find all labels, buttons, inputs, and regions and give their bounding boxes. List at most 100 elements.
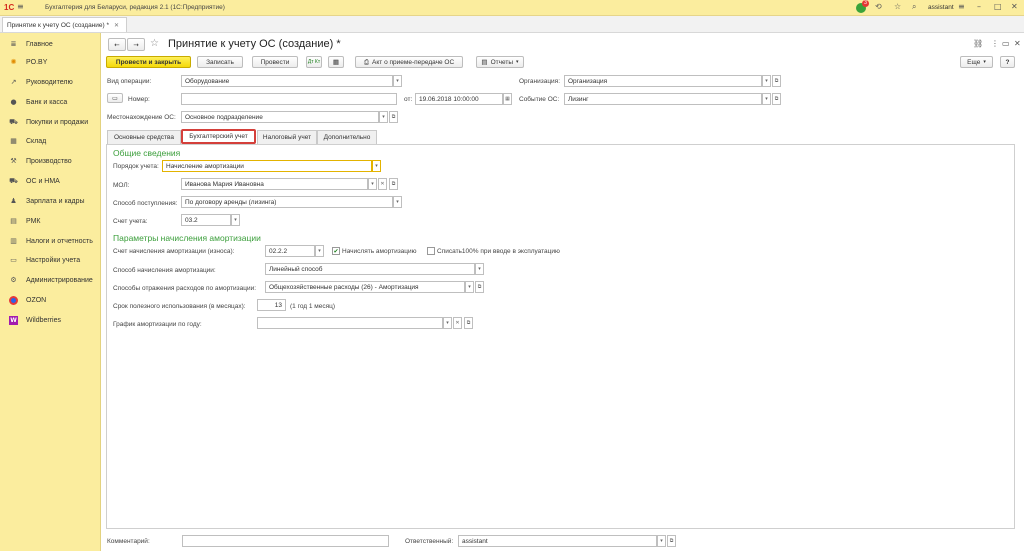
search-icon[interactable]: ⌕ [912,2,916,12]
forward-button[interactable]: → [127,38,145,51]
tab-additional[interactable]: Дополнительно [317,130,377,144]
writeoff-checkbox[interactable] [427,247,435,255]
schedule-field[interactable] [257,317,443,329]
save-button[interactable]: Записать [197,56,243,68]
title-bar: 1С ≡ Бухгалтерия для Беларуси, редакция … [0,0,1024,16]
sidebar-item-manager[interactable]: ↗ Руководителю [0,73,101,91]
sidebar-item-assets[interactable]: ⛟ ОС и НМА [0,172,101,190]
org-open-icon[interactable]: ⧉ [772,75,781,87]
close-window-icon[interactable]: ✕ [1011,2,1018,11]
date-input[interactable]: 19.06.2018 10:00:00 [415,93,503,105]
event-field[interactable]: Лизинг [564,93,762,105]
expense-open-icon[interactable]: ⧉ [475,281,484,293]
sidebar-item-taxes[interactable]: ▥ Налоги и отчетность [0,232,101,250]
event-dropdown-icon[interactable]: ▾ [762,93,771,105]
reports-button[interactable]: ▤ Отчеты ▾ [476,56,524,68]
receipt-dropdown-icon[interactable]: ▾ [393,196,402,208]
menu-list-icon: ≣ [10,40,17,48]
more-vert-icon[interactable]: ⋮ [991,39,999,48]
method-select[interactable]: Линейный способ [265,263,475,275]
more-button[interactable]: Еще ▾ [960,56,993,68]
favorites-star-icon[interactable]: ☆ [894,2,901,11]
op-type-select[interactable]: Оборудование [181,75,393,87]
location-field[interactable]: Основное подразделение [181,111,379,123]
user-name[interactable]: assistant [928,4,954,11]
sidebar-item-main[interactable]: ≣ Главное [0,35,101,53]
sidebar-item-bank[interactable]: ● Банк и касса [0,93,101,111]
post-and-close-button[interactable]: Провести и закрыть [106,56,191,68]
menu-icon[interactable]: ≡ [17,2,24,11]
charge-amort-checkbox[interactable]: ✔ [332,247,340,255]
amort-account-dropdown-icon[interactable]: ▾ [315,245,324,257]
org-field[interactable]: Организация [564,75,762,87]
number-input[interactable] [181,93,397,105]
back-button[interactable]: ← [108,38,126,51]
expand-icon[interactable]: ▭ [1002,39,1010,48]
minimize-icon[interactable]: – [977,2,981,11]
order-select[interactable]: Начисление амортизации [162,160,372,172]
dt-kt-button[interactable]: Дт Кт [306,56,322,68]
account-dropdown-icon[interactable]: ▾ [231,214,240,226]
mol-clear-icon[interactable]: ✕ [378,178,387,190]
org-dropdown-icon[interactable]: ▾ [762,75,771,87]
term-input[interactable]: 13 [257,299,286,311]
expense-field[interactable]: Общехозяйственные расходы (26) - Амортиз… [265,281,465,293]
schedule-clear-icon[interactable]: ✕ [453,317,462,329]
history-icon[interactable]: ⟲ [875,2,882,11]
post-button[interactable]: Провести [252,56,298,68]
schedule-dropdown-icon[interactable]: ▾ [443,317,452,329]
sidebar-item-wildberries[interactable]: W Wildberries [0,311,101,329]
favorite-star-icon[interactable]: ☆ [150,38,159,49]
amort-account-field[interactable]: 02.2.2 [265,245,315,257]
calendar-icon[interactable]: ▦ [503,93,512,105]
sidebar-item-poby[interactable]: ✺ PO.BY [0,53,101,71]
responsible-open-icon[interactable]: ⧉ [667,535,676,547]
receipt-label: Способ поступления: [113,200,178,207]
settings-menu-icon[interactable]: ≡ [958,2,965,11]
event-label: Событие ОС: [519,96,560,103]
order-dropdown-icon[interactable]: ▾ [372,160,381,172]
close-form-icon[interactable]: ✕ [1014,39,1021,48]
table-icon: ▦ [332,58,340,66]
act-print-button[interactable]: ⎙ Акт о приеме-передаче ОС [355,56,463,68]
expense-label: Способы отражения расходов по амортизаци… [113,285,257,292]
location-open-icon[interactable]: ⧉ [389,111,398,123]
tab-tax-accounting[interactable]: Налоговый учет [257,130,317,144]
receipt-select[interactable]: По договору аренды (лизинга) [181,196,393,208]
responsible-field[interactable]: assistant [458,535,657,547]
number-toggle-button[interactable]: ▭ [107,93,123,103]
mol-field[interactable]: Иванова Мария Ивановна [181,178,368,190]
help-button[interactable]: ? [1000,56,1015,68]
op-type-dropdown-icon[interactable]: ▾ [393,75,402,87]
tab-fixed-assets[interactable]: Основные средства [107,130,181,144]
sidebar-item-pos[interactable]: ▤ РМК [0,212,101,230]
sidebar-item-production[interactable]: ⚒ Производство [0,152,101,170]
tab-accounting[interactable]: Бухгалтерский учет [181,129,256,144]
sidebar-item-settings[interactable]: ▭ Настройки учета [0,251,101,269]
schedule-label: График амортизации по году: [113,321,202,328]
mol-open-icon[interactable]: ⧉ [389,178,398,190]
responsible-dropdown-icon[interactable]: ▾ [657,535,666,547]
method-dropdown-icon[interactable]: ▾ [475,263,484,275]
responsible-label: Ответственный: [405,538,454,545]
event-open-icon[interactable]: ⧉ [772,93,781,105]
sidebar-item-warehouse[interactable]: ▦ Склад [0,132,101,150]
comment-input[interactable] [182,535,389,547]
charge-amort-label: Начислять амортизацию [342,248,417,255]
op-type-label: Вид операции: [107,78,152,85]
link-icon[interactable]: ⛓ [973,39,983,48]
sidebar-item-admin[interactable]: ⚙ Администрирование [0,271,101,289]
sidebar-item-sales[interactable]: ⛟ Покупки и продажи [0,113,101,131]
close-tab-icon[interactable]: ✕ [114,22,119,29]
maximize-icon[interactable]: □ [994,2,1002,11]
open-window-tab[interactable]: Принятие к учету ОС (создание) * ✕ [2,17,127,32]
schedule-open-icon[interactable]: ⧉ [464,317,473,329]
person-icon: ♟ [10,197,17,205]
document-list-button[interactable]: ▦ [328,56,344,68]
sidebar-item-ozon[interactable]: OZON [0,291,101,309]
account-field[interactable]: 03.2 [181,214,231,226]
mol-dropdown-icon[interactable]: ▾ [368,178,377,190]
sidebar-item-payroll[interactable]: ♟ Зарплата и кадры [0,192,101,210]
location-dropdown-icon[interactable]: ▾ [379,111,388,123]
expense-dropdown-icon[interactable]: ▾ [465,281,474,293]
